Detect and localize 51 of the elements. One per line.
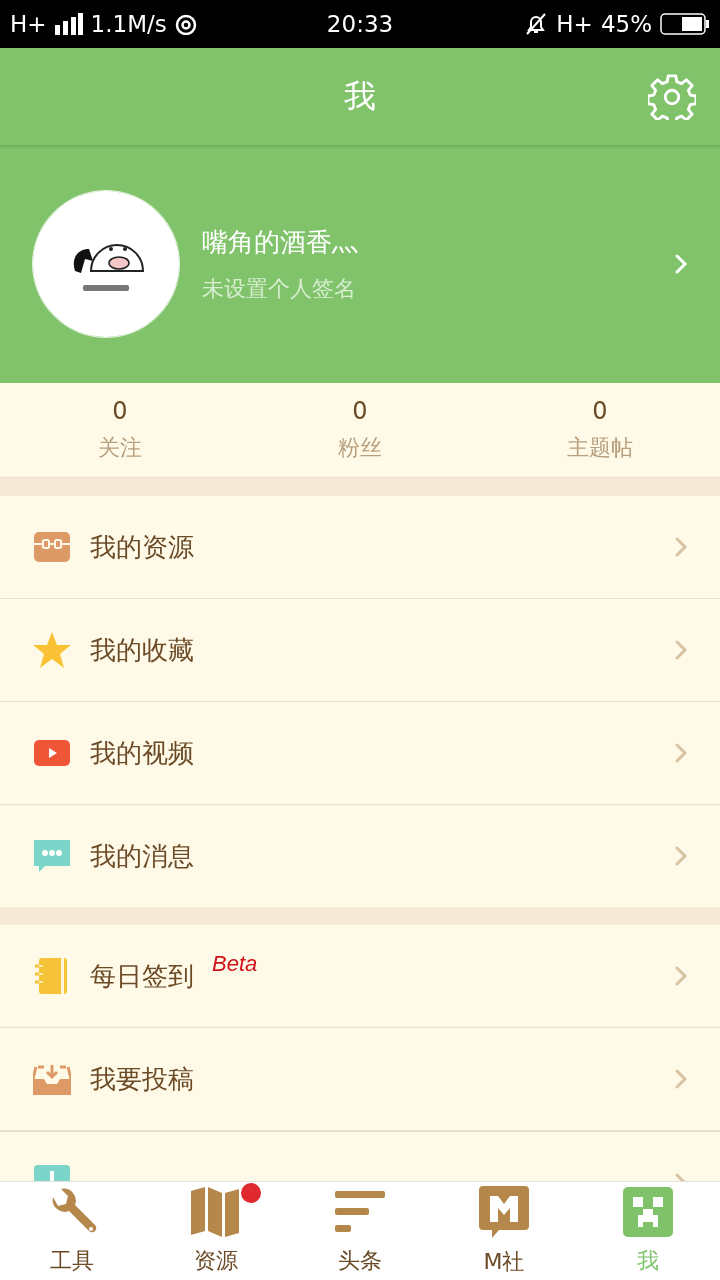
settings-icon[interactable] xyxy=(648,74,696,120)
network-speed: 1.1M/s xyxy=(90,11,167,37)
signal-icon xyxy=(54,13,83,35)
community-logo-icon[interactable] xyxy=(479,1185,529,1238)
beta-tag: Beta xyxy=(212,951,258,977)
muted-bell-icon xyxy=(524,12,549,36)
tab[interactable]: 头条 xyxy=(288,1182,432,1280)
chevron-icon xyxy=(674,965,688,987)
chevron-icon xyxy=(674,639,688,661)
network-type: H+ xyxy=(556,11,593,37)
creeper-face-icon[interactable] xyxy=(623,1186,673,1237)
network-type: H+ xyxy=(10,11,47,37)
chevron-icon xyxy=(674,536,688,558)
menu-row[interactable]: 我的资源 xyxy=(0,496,720,599)
menu-label: 我的收藏 xyxy=(90,633,194,667)
stat-label: 关注 xyxy=(98,434,142,462)
notebook-icon xyxy=(35,958,69,994)
stat-count: 0 xyxy=(352,397,368,425)
tab[interactable]: 资源 xyxy=(144,1182,288,1280)
star-icon xyxy=(32,631,72,669)
menu-row[interactable]: 我的收藏 xyxy=(0,599,720,702)
tab[interactable]: M社 xyxy=(432,1182,576,1280)
signature: 未设置个人签名 xyxy=(202,274,357,303)
battery-percent: 45% xyxy=(600,11,652,37)
chevron-icon xyxy=(674,253,688,275)
toolbox-icon xyxy=(34,532,70,562)
stat-count: 0 xyxy=(592,397,608,425)
username: 嘴角的酒香灬 xyxy=(202,225,359,259)
stat-label: 主题帖 xyxy=(567,434,633,462)
clock: 20:33 xyxy=(326,11,394,37)
play-icon xyxy=(34,740,70,766)
chevron-icon xyxy=(674,1068,688,1090)
folded-map-icon[interactable] xyxy=(191,1186,241,1237)
menu-label: 我的资源 xyxy=(90,530,194,564)
chat-bubble-icon xyxy=(34,840,70,872)
stat-label: 粉丝 xyxy=(338,434,382,462)
inbox-download-icon xyxy=(33,1063,71,1095)
stat-count: 0 xyxy=(112,397,128,425)
page-title: 我 xyxy=(344,75,376,117)
menu-row[interactable]: 我的视频 xyxy=(0,702,720,805)
battery-icon xyxy=(660,13,710,35)
menu-row[interactable]: 我的消息 xyxy=(0,805,720,907)
menu-label: 我的消息 xyxy=(90,839,194,873)
chevron-icon xyxy=(674,742,688,764)
chevron-icon xyxy=(674,845,688,867)
menu-label: 我要投稿 xyxy=(90,1062,194,1096)
menu-row[interactable]: 我要投稿 xyxy=(0,1028,720,1131)
menu-label: 每日签到 xyxy=(90,959,194,993)
menu-label: 我的视频 xyxy=(90,736,194,770)
tab[interactable]: 工具 xyxy=(0,1182,144,1280)
menu-row[interactable]: 每日签到 Beta xyxy=(0,925,720,1028)
